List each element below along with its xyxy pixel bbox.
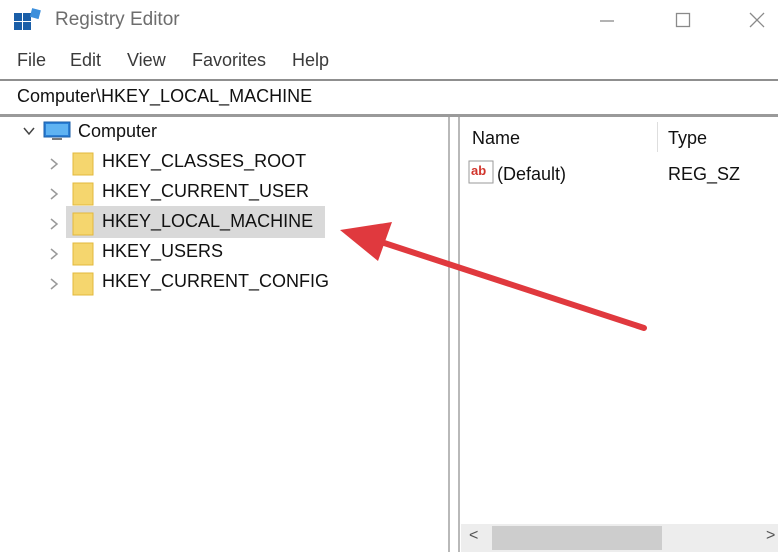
menu-view[interactable]: View: [127, 50, 166, 71]
chevron-down-icon[interactable]: [22, 124, 36, 138]
svg-text:ab: ab: [471, 163, 486, 178]
registry-editor-app-icon: [14, 8, 41, 30]
window-title: Registry Editor: [55, 9, 180, 30]
tree-label: HKEY_LOCAL_MACHINE: [102, 211, 314, 231]
menu-favorites[interactable]: Favorites: [192, 50, 266, 71]
tree-label: HKEY_USERS: [102, 241, 224, 261]
menu-help[interactable]: Help: [292, 50, 329, 71]
computer-icon: [43, 121, 71, 140]
column-header-name[interactable]: Name: [472, 128, 520, 149]
folder-icon: [72, 182, 94, 206]
chevron-right-icon[interactable]: [47, 157, 61, 171]
minimize-button[interactable]: [584, 0, 630, 40]
scroll-left-arrow[interactable]: <: [469, 527, 478, 545]
tree-label: HKEY_CURRENT_CONFIG: [102, 271, 330, 291]
scrollbar-thumb[interactable]: [492, 526, 662, 550]
minimize-icon: [600, 20, 614, 22]
close-button[interactable]: [734, 0, 778, 40]
menu-bar: File Edit View Favorites Help: [0, 46, 778, 76]
column-divider[interactable]: [657, 122, 658, 152]
folder-icon: [72, 242, 94, 266]
pane-splitter[interactable]: [448, 117, 460, 552]
maximize-icon: [675, 12, 691, 28]
chevron-right-icon[interactable]: [47, 217, 61, 231]
tree-label: HKEY_CURRENT_USER: [102, 181, 310, 201]
folder-icon: [72, 272, 94, 296]
folder-icon: [72, 152, 94, 176]
chevron-right-icon[interactable]: [47, 187, 61, 201]
menu-file[interactable]: File: [17, 50, 46, 71]
tree-label-computer: Computer: [78, 121, 158, 141]
column-header-type[interactable]: Type: [668, 128, 707, 149]
chevron-right-icon[interactable]: [47, 277, 61, 291]
tree-label: HKEY_CLASSES_ROOT: [102, 151, 307, 171]
value-type: REG_SZ: [668, 164, 741, 184]
string-value-icon: ab: [468, 160, 494, 184]
chevron-right-icon[interactable]: [47, 247, 61, 261]
address-path[interactable]: Computer\HKEY_LOCAL_MACHINE: [17, 86, 312, 107]
maximize-button[interactable]: [660, 0, 706, 40]
menu-edit[interactable]: Edit: [70, 50, 101, 71]
folder-icon: [72, 212, 94, 236]
value-name: (Default): [497, 164, 567, 184]
address-bar[interactable]: Computer\HKEY_LOCAL_MACHINE: [0, 81, 778, 113]
close-icon: [749, 12, 765, 28]
scroll-right-arrow[interactable]: >: [766, 527, 775, 545]
title-bar: Registry Editor: [0, 0, 778, 44]
